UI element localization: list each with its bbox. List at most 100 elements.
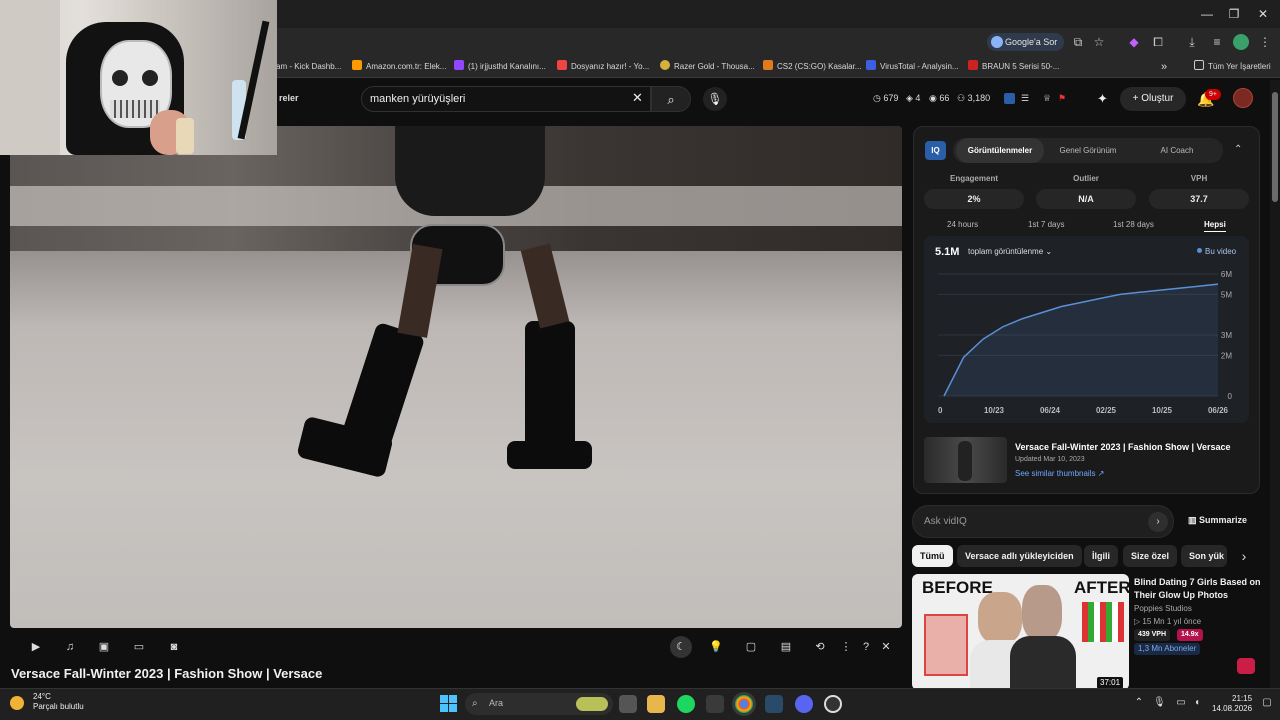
close-icon[interactable]: ✕ (878, 640, 894, 654)
chip-related[interactable]: İlgili (1084, 545, 1118, 567)
related-title[interactable]: Versace Fall-Winter 2023 | Fashion Show … (1015, 442, 1231, 452)
notification-center-icon[interactable]: ▢ (1261, 697, 1273, 709)
bookmark-item[interactable]: CS2 (CS:GO) Kasalar... (763, 60, 861, 74)
maximize-icon[interactable]: ❐ (1226, 6, 1242, 22)
record-icon[interactable] (1237, 658, 1255, 674)
help-icon[interactable]: ? (858, 640, 874, 654)
clear-search-icon[interactable]: ✕ (632, 90, 643, 106)
bookmark-item[interactable]: Amazon.com.tr: Elek... (352, 60, 446, 74)
task-view-icon[interactable] (619, 695, 637, 713)
profile-icon[interactable] (1233, 34, 1249, 50)
thumb-figure (958, 441, 972, 481)
bookmark-item[interactable]: Razer Gold - Thousa... (660, 60, 755, 74)
extension-icon[interactable]: ◆ (1126, 34, 1142, 50)
bookmark-item[interactable]: Dosyanız hazır! - Yo... (557, 60, 649, 74)
search-input[interactable]: manken yürüyüşleri (361, 86, 651, 112)
range-7d[interactable]: 1st 7 days (1028, 220, 1064, 229)
discord-icon[interactable] (795, 695, 813, 713)
trophy-icon[interactable]: ♕ (1043, 93, 1051, 104)
chevron-right-icon[interactable]: › (1234, 546, 1254, 566)
vidiq-toolbar-icon[interactable] (1004, 93, 1015, 104)
more-options-icon[interactable]: ⋮ (838, 640, 854, 654)
summarize-button[interactable]: ▥ Summarize (1188, 515, 1247, 526)
y-tick-label: 2M (1221, 351, 1232, 360)
clock-time: 21:15 (1232, 694, 1253, 703)
tab-views[interactable]: Görüntülenmeler (956, 138, 1044, 163)
thumb-after-text: AFTER (1074, 578, 1131, 597)
lightbulb-icon[interactable]: 💡 (708, 640, 724, 654)
snapshot-icon[interactable]: ◙ (166, 640, 182, 654)
thumb-shirt-right (1010, 636, 1076, 690)
google-ask-button[interactable]: Google'a Sor (987, 33, 1064, 51)
spotify-icon[interactable] (677, 695, 695, 713)
bookmark-star-icon[interactable]: ☆ (1091, 34, 1107, 50)
bookmarks-overflow-icon[interactable]: » (1161, 60, 1167, 74)
loop-icon[interactable]: ⟲ (812, 640, 828, 654)
scrollbar-thumb[interactable] (1272, 92, 1278, 202)
ambient-mode-icon[interactable]: ☾ (670, 636, 692, 658)
y-tick-label: 0 (1228, 392, 1233, 401)
similar-thumbnails-link[interactable]: See similar thumbnails ↗ (1015, 469, 1104, 478)
bars-icon[interactable]: ☰ (1021, 93, 1029, 104)
chrome-icon[interactable] (735, 695, 753, 713)
file-explorer-icon[interactable] (647, 695, 665, 713)
chip-for-you[interactable]: Size özel (1123, 545, 1178, 567)
range-24h[interactable]: 24 hours (947, 220, 978, 229)
chip-recent[interactable]: Son yük (1181, 545, 1227, 567)
extensions-puzzle-icon[interactable]: ⧠ (1150, 34, 1166, 50)
chip-from-uploader[interactable]: Versace adlı yükleyiciden (957, 545, 1082, 567)
reading-list-icon[interactable]: ≡ (1209, 34, 1225, 50)
bookmark-item[interactable]: am - Kick Dashb... (276, 60, 341, 74)
ask-vidiq-input[interactable]: Ask vidIQ (912, 505, 1174, 538)
ask-submit-icon[interactable]: › (1148, 512, 1168, 532)
caption-icon[interactable]: ▭ (131, 640, 147, 654)
create-button[interactable]: + Oluştur (1120, 87, 1186, 111)
music-icon[interactable]: ♫ (62, 640, 78, 654)
chip-all[interactable]: Tümü (912, 545, 953, 567)
gallery-icon[interactable]: ▣ (96, 640, 112, 654)
video-player[interactable] (10, 126, 902, 628)
weather-widget[interactable]: 24°C Parçalı bulutlu (10, 692, 84, 712)
search-button[interactable]: ⌕ (651, 86, 691, 112)
close-window-icon[interactable]: ✕ (1255, 6, 1271, 22)
range-all[interactable]: Hepsi (1204, 220, 1226, 232)
notification-badge: 9+ (1205, 89, 1221, 100)
nav-partial-label[interactable]: reler (279, 93, 299, 103)
range-28d[interactable]: 1st 28 days (1113, 220, 1154, 229)
tray-chevron-icon[interactable]: ⌃ (1133, 697, 1145, 709)
miniplayer-icon[interactable]: ▢ (743, 640, 759, 654)
tab-overview[interactable]: Genel Görünüm (1046, 138, 1130, 163)
alert-icon[interactable]: ⚑ (1058, 93, 1066, 104)
theater-icon[interactable]: ▤ (778, 640, 794, 654)
obs-icon[interactable] (824, 695, 842, 713)
search-icon: ⌕ (472, 698, 478, 709)
voice-search-icon[interactable]: 🎙 (703, 87, 727, 111)
recommendation-title[interactable]: Blind Dating 7 Girls Based on Their Glow… (1134, 576, 1264, 602)
recommendation-channel[interactable]: Poppies Studios (1134, 604, 1192, 613)
model-dress (395, 126, 545, 216)
network-icon[interactable]: ▭ (1175, 697, 1187, 709)
collapse-chevron-icon[interactable]: ⌃ (1234, 144, 1242, 155)
menu-kebab-icon[interactable]: ⋮ (1257, 34, 1273, 50)
volume-icon[interactable]: ◖ (1191, 697, 1203, 709)
camera-icon[interactable]: ▶ (28, 640, 44, 654)
bookmark-item[interactable]: (1) irjjusthd Kanalını... (454, 60, 546, 74)
metric-dropdown[interactable]: toplam görüntülenme ⌄ (968, 247, 1052, 256)
windows-start-icon[interactable] (440, 695, 457, 712)
tab-ai-coach[interactable]: AI Coach (1134, 138, 1220, 163)
avatar[interactable] (1233, 88, 1253, 108)
chat-icon[interactable]: ✦ (1097, 91, 1108, 107)
epic-games-icon[interactable] (706, 695, 724, 713)
download-icon[interactable]: ⤓ (1184, 34, 1200, 50)
microphone-tray-icon[interactable]: 🎙 (1153, 697, 1166, 709)
metric-label: VPH (1190, 174, 1208, 183)
y-tick-label: 5M (1221, 290, 1232, 299)
screenshot-icon[interactable]: ⧉ (1070, 34, 1086, 50)
system-clock[interactable]: 21:15 14.08.2026 (1212, 694, 1252, 714)
all-bookmarks-folder[interactable]: Tüm Yer İşaretleri (1194, 60, 1271, 74)
search-highlight-icon (576, 697, 608, 711)
steam-icon[interactable] (765, 695, 783, 713)
bookmark-item[interactable]: VirusTotal - Analysin... (866, 60, 959, 74)
minimize-icon[interactable]: — (1199, 6, 1215, 22)
bookmark-item[interactable]: BRAUN 5 Serisi 50-... (968, 60, 1059, 74)
